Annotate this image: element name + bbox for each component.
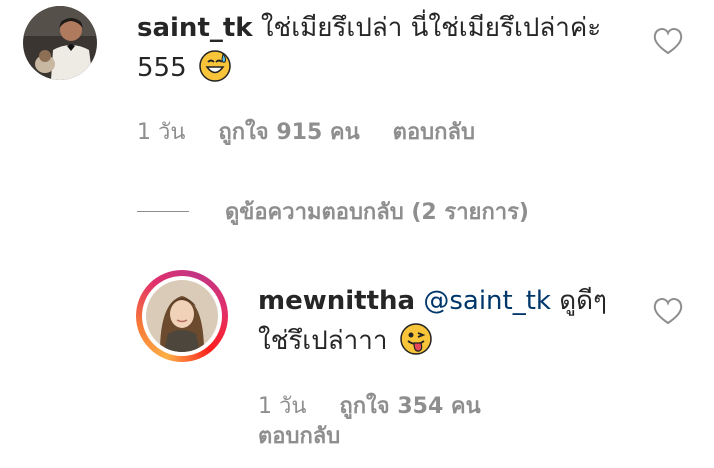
avatar[interactable]	[23, 6, 97, 80]
comment-meta: 1 วัน ถูกใจ 915 คน ตอบกลับ	[137, 118, 501, 148]
story-ring[interactable]	[136, 270, 228, 362]
reply-button[interactable]: ตอบกลับ	[393, 120, 475, 145]
view-replies-button[interactable]: ดูข้อความตอบกลับ (2 รายการ)	[137, 196, 529, 226]
comment-text: saint_tk ใช่เมียรึเปล่า นี่ใช่เมียรึเปล่…	[137, 8, 617, 94]
heart-outline-icon[interactable]	[652, 296, 684, 326]
avatar-photo	[146, 280, 218, 352]
divider-line	[137, 210, 189, 212]
comment-username[interactable]: saint_tk	[137, 13, 253, 43]
reply-username[interactable]: mewnittha	[258, 286, 415, 316]
reply-text: mewnittha @saint_tk ดูดีๆ ใช่รึเปล่าาา	[258, 281, 638, 367]
reply-avatar[interactable]	[146, 280, 218, 352]
view-replies-label: ดูข้อความตอบกลับ (2 รายการ)	[225, 199, 529, 225]
grinning-face-with-sweat-emoji	[199, 50, 231, 94]
reply-button[interactable]: ตอบกลับ	[258, 422, 340, 452]
comments-panel: saint_tk ใช่เมียรึเปล่า นี่ใช่เมียรึเปล่…	[0, 0, 714, 468]
face-with-tongue-emoji	[399, 323, 432, 367]
reply-likes[interactable]: ถูกใจ 354 คน	[339, 394, 480, 419]
heart-outline-icon[interactable]	[652, 26, 684, 56]
comment-time: 1 วัน	[137, 120, 186, 145]
reply-time: 1 วัน	[258, 394, 307, 419]
reply-mention[interactable]: @saint_tk	[423, 286, 551, 316]
avatar-photo	[23, 6, 97, 80]
reply-meta: 1 วัน ถูกใจ 354 คน	[258, 392, 507, 422]
comment-likes[interactable]: ถูกใจ 915 คน	[218, 120, 359, 145]
avatar-ring-gap	[142, 276, 222, 356]
